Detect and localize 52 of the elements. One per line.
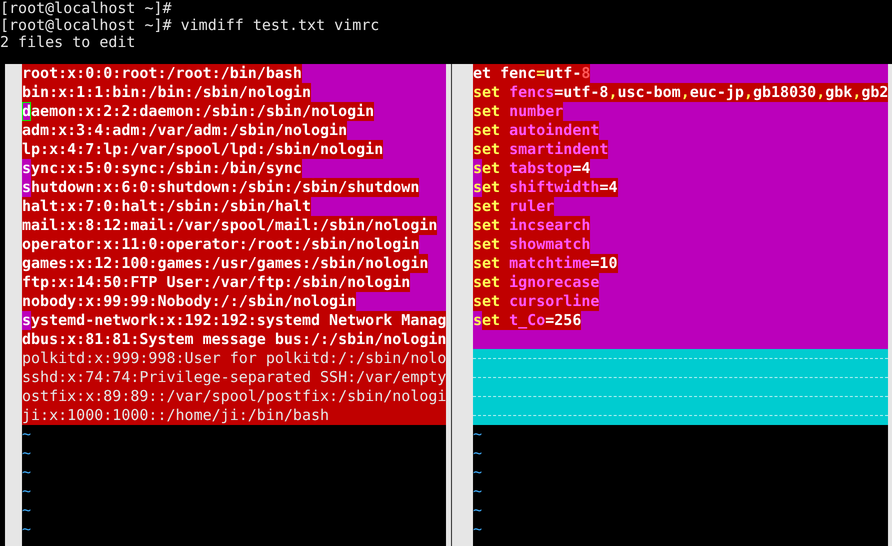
changed-text: lp:x:4:7:lp:/var/spool/lpd:/sbin/nologin [22, 140, 384, 159]
changed-text: et fenc=utf-8 [473, 64, 590, 83]
changed-text: mail:x:8:12:mail:/var/spool/mail:/sbin/nologin [22, 216, 438, 235]
changed-text: nobody:x:99:99:Nobody:/:/sbin/nologin [22, 292, 356, 311]
changed-text: set smartindent [473, 140, 608, 159]
terminal-line: [root@localhost ~]# vimdiff test.txt vimrc [0, 17, 380, 34]
changed-text: set showmatch [473, 235, 590, 254]
changed-text: dbus:x:81:81:System message bus:/:/sbin/nologin [22, 330, 446, 349]
tilde-marker: ~ [473, 463, 482, 482]
changed-text: set fencs=utf-8,usc-bom,euc-jp,gb18030,gbk,gb2 [473, 83, 888, 102]
line-text: s [22, 178, 32, 197]
tilde-marker: ~ [22, 444, 32, 463]
line-text: s [473, 178, 482, 197]
line-text: s [473, 311, 482, 330]
vertical-split[interactable] [446, 64, 456, 546]
line-text: s [22, 159, 32, 178]
tilde-marker: ~ [473, 425, 482, 444]
changed-text: hutdown:x:6:0:shutdown:/sbin:/sbin/shutdown [31, 178, 420, 197]
tilde-marker: ~ [473, 520, 482, 539]
changed-text: set incsearch [473, 216, 590, 235]
tilde-marker: ~ [22, 482, 32, 501]
changed-text: ystemd-network:x:192:192:systemd Network Manag [31, 311, 446, 330]
changed-text: operator:x:11:0:operator:/root:/sbin/nologin [22, 235, 420, 254]
changed-text: set ignorecase [473, 273, 600, 292]
changed-text: et tabstop=4 [482, 159, 590, 178]
changed-text: et shiftwidth=4 [482, 178, 618, 197]
terminal-line: [root@localhost ~]# [0, 0, 173, 17]
line-text: d [22, 102, 32, 121]
line-text: s [473, 159, 482, 178]
changed-text: ync:x:5:0:sync:/sbin:/bin/sync [31, 159, 302, 178]
changed-text: games:x:12:100:games:/usr/games:/sbin/nologin [22, 254, 428, 273]
changed-text: ftp:x:14:50:FTP User:/var/ftp:/sbin/nologin [22, 273, 410, 292]
terminal-line: 2 files to edit [0, 34, 136, 51]
tilde-marker: ~ [22, 501, 32, 520]
changed-text: set matchtime=10 [473, 254, 618, 273]
changed-text: set cursorline [473, 292, 600, 311]
line-text: s [22, 311, 32, 330]
changed-text: aemon:x:2:2:daemon:/sbin:/sbin/nologin [31, 102, 374, 121]
changed-text: adm:x:3:4:adm:/var/adm:/sbin/nologin [22, 121, 348, 140]
changed-text: set ruler [473, 197, 554, 216]
changed-text: root:x:0:0:root:/root:/bin/bash [22, 64, 302, 83]
tilde-marker: ~ [22, 463, 32, 482]
changed-text: set autoindent [473, 121, 600, 140]
changed-text: et t_Co=256 [482, 311, 582, 330]
changed-text: bin:x:1:1:bin:/bin:/sbin/nologin [22, 83, 311, 102]
tilde-marker: ~ [473, 482, 482, 501]
tilde-marker: ~ [22, 520, 32, 539]
tilde-marker: ~ [22, 425, 32, 444]
changed-text: set number [473, 102, 564, 121]
changed-text: halt:x:7:0:halt:/sbin:/sbin/halt [22, 197, 311, 216]
tilde-marker: ~ [473, 444, 482, 463]
tilde-marker: ~ [473, 501, 482, 520]
